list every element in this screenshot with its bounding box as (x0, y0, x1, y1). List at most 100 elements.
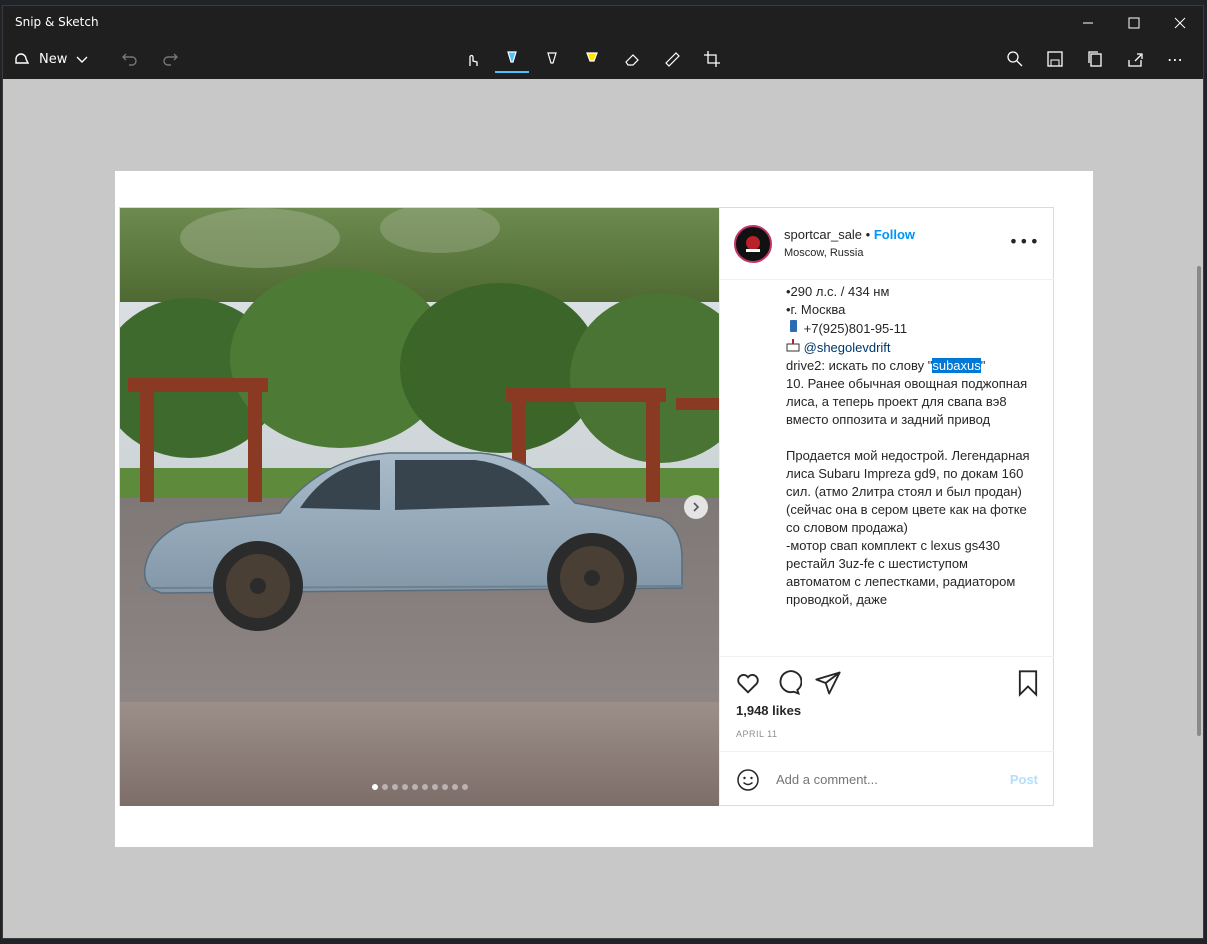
ballpoint-pen-icon (507, 51, 517, 63)
like-count[interactable]: 1,948 likes (736, 703, 801, 718)
carousel-dot (432, 784, 438, 790)
mailbox-icon (786, 339, 800, 352)
post-sidebar: sportcar_sale • Follow Moscow, Russia ••… (719, 208, 1054, 806)
chevron-right-icon (693, 502, 700, 512)
caption-paragraph-sale: Продается мой недострой. Легендарная лис… (786, 448, 1034, 535)
pencil-button[interactable] (535, 45, 569, 73)
carousel-dot (402, 784, 408, 790)
caption-line-power: •290 л.с. / 434 нм (786, 284, 890, 299)
highlighter-icon (586, 52, 598, 62)
copy-button[interactable] (1078, 45, 1112, 73)
more-icon: ⋯ (1167, 49, 1183, 69)
carousel-indicator (372, 784, 468, 790)
share-icon (1128, 53, 1143, 67)
vertical-scrollbar[interactable] (1197, 266, 1201, 736)
more-options-button[interactable]: ⋯ (1158, 45, 1192, 73)
minimize-button[interactable] (1065, 6, 1111, 39)
comment-button[interactable] (774, 669, 803, 697)
maximize-icon (1128, 17, 1140, 28)
zoom-icon (1007, 51, 1023, 67)
comment-icon (779, 670, 803, 696)
caption-line-phone: +7(925)801-95-11 (786, 319, 1036, 338)
caption-line-city: •г. Москва (786, 302, 846, 317)
new-snip-button[interactable]: New (13, 45, 89, 73)
carousel-dot (382, 784, 388, 790)
follow-button[interactable]: Follow (874, 227, 915, 242)
minimize-icon (1083, 22, 1093, 23)
post-photo (120, 208, 719, 806)
bookmark-icon (1018, 670, 1038, 697)
save-post-button[interactable] (1014, 669, 1042, 697)
pencil-icon (547, 52, 557, 64)
share-post-button[interactable] (814, 669, 842, 697)
phone-text: +7(925)801-95-11 (803, 321, 908, 336)
send-icon (815, 671, 841, 695)
post-location[interactable]: Moscow, Russia (784, 247, 863, 259)
undo-button[interactable] (113, 45, 147, 73)
save-icon (1047, 51, 1063, 67)
post-caption: •290 л.с. / 434 нм •г. Москва +7(925)801… (786, 280, 1036, 656)
carousel-dot (452, 784, 458, 790)
caption-paragraph-engine: -мотор свап комплект с lexus gs430 реста… (786, 538, 1019, 607)
next-slide-button[interactable] (684, 495, 708, 519)
carousel-dot (442, 784, 448, 790)
window-title: Snip & Sketch (15, 15, 99, 29)
avatar[interactable] (734, 225, 772, 263)
post-actions: 1,948 likes APRIL 11 Post (720, 656, 1054, 806)
caption-line-handle: @shegolevdrift (786, 338, 1036, 357)
title-bar: Snip & Sketch (3, 6, 1203, 39)
caption-line-drive2: drive2: искать по слову "subaxus" (786, 357, 1036, 375)
username-link[interactable]: sportcar_sale (784, 227, 862, 242)
snip-icon (15, 53, 30, 64)
like-button[interactable] (734, 669, 762, 697)
redo-icon (163, 53, 178, 66)
emoji-button[interactable] (736, 768, 760, 796)
crop-icon (704, 51, 720, 67)
snip-sketch-window: Snip & Sketch New ⋯ sportcar_sale • Foll… (2, 5, 1204, 939)
post-header: sportcar_sale • Follow Moscow, Russia ••… (720, 208, 1054, 280)
share-button[interactable] (1118, 45, 1152, 73)
ballpoint-pen-button[interactable] (495, 45, 529, 73)
carousel-dot (372, 784, 378, 790)
comment-input[interactable] (776, 772, 976, 787)
redo-button[interactable] (153, 45, 187, 73)
copy-icon (1088, 51, 1102, 67)
chevron-down-icon (76, 56, 88, 63)
touch-writing-icon (469, 54, 478, 66)
highlighter-button[interactable] (575, 45, 609, 73)
close-button[interactable] (1157, 6, 1203, 39)
handle-link[interactable]: @shegolevdrift (804, 340, 891, 355)
toolbar: New ⋯ (3, 39, 1203, 79)
ruler-icon (665, 52, 680, 67)
comment-box: Post (720, 751, 1054, 807)
car-logo-icon (746, 236, 760, 252)
save-button[interactable] (1038, 45, 1072, 73)
undo-icon (122, 53, 137, 66)
more-icon: ••• (1008, 232, 1040, 251)
carousel-dot (422, 784, 428, 790)
new-label: New (39, 51, 68, 67)
emoji-icon (737, 769, 759, 791)
heart-icon (737, 674, 759, 694)
post-username: sportcar_sale • Follow (784, 227, 915, 242)
caption-paragraph-project: 10. Ранее обычная овощная поджопная лиса… (786, 376, 1031, 427)
image-canvas: sportcar_sale • Follow Moscow, Russia ••… (115, 171, 1093, 847)
phone-icon (790, 320, 797, 332)
carousel-dot (392, 784, 398, 790)
separator-dot: • (865, 227, 871, 242)
close-icon (1174, 17, 1186, 28)
ruler-button[interactable] (655, 45, 689, 73)
drive2-quote-close: " (980, 358, 986, 373)
crop-button[interactable] (695, 45, 729, 73)
post-options-button[interactable]: ••• (1009, 232, 1040, 251)
post-comment-button[interactable]: Post (1010, 772, 1038, 787)
eraser-icon (625, 54, 639, 66)
instagram-post: sportcar_sale • Follow Moscow, Russia ••… (119, 207, 1054, 806)
zoom-button[interactable] (998, 45, 1032, 73)
touch-writing-button[interactable] (455, 45, 489, 73)
carousel-dot (412, 784, 418, 790)
carousel-dot (462, 784, 468, 790)
eraser-button[interactable] (615, 45, 649, 73)
car-photo-image (120, 208, 719, 806)
maximize-button[interactable] (1111, 6, 1157, 39)
